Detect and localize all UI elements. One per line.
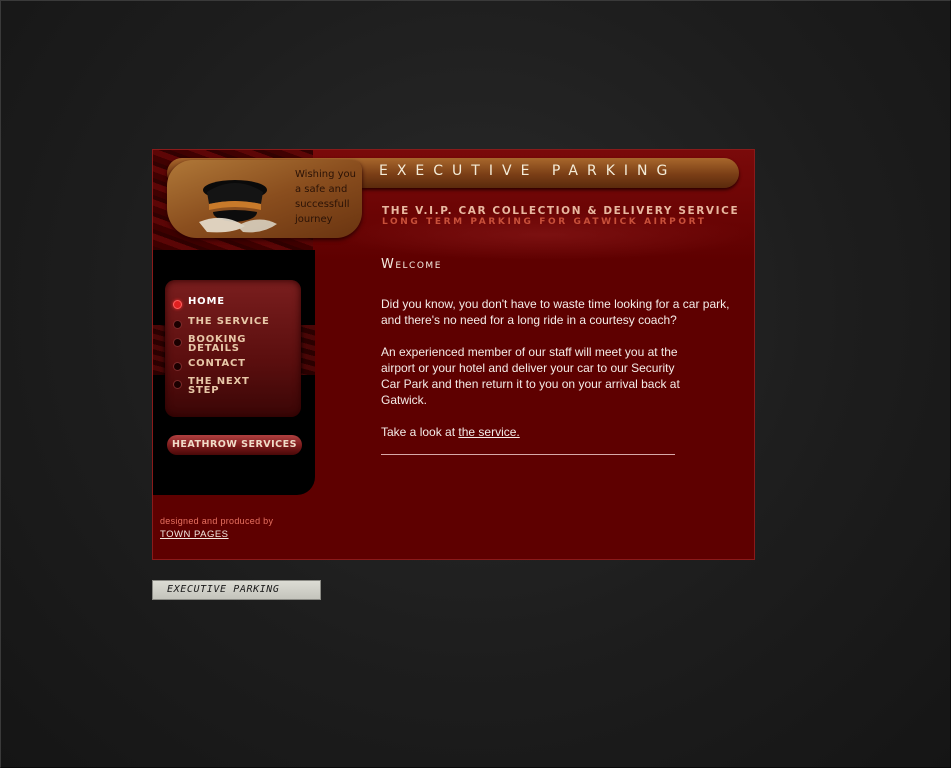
nav-label-line: DETAILS: [188, 343, 240, 354]
nav-label-line: HOME: [188, 296, 225, 307]
wish-line: Wishing you: [295, 169, 357, 180]
chauffeur-cap-icon: [199, 180, 277, 233]
nav-label: BOOKING DETAILS: [188, 335, 278, 354]
footer-logo: EXECUTIVE PARKING: [152, 580, 321, 600]
divider: [381, 454, 675, 455]
cta-paragraph: Take a look at the service.: [381, 424, 681, 440]
tagline-secondary: LONG TERM PARKING FOR GATWICK AIRPORT: [382, 217, 707, 227]
header: EXECUTIVE PARKING Wishing you a safe and…: [153, 150, 754, 280]
brand-title: EXECUTIVE PARKING: [379, 163, 677, 179]
bullet-icon: [173, 338, 182, 347]
town-pages-link[interactable]: TOWN PAGES: [160, 529, 229, 540]
nav-item-the-next-step[interactable]: THE NEXT STEP: [173, 377, 278, 396]
nav-label: CONTACT: [188, 358, 278, 369]
credit-text: designed and produced by: [160, 516, 274, 526]
wish-text: Wishing you a safe and successfull journ…: [295, 167, 365, 227]
bullet-icon: [173, 380, 182, 389]
nav-label-line: CONTACT: [188, 358, 246, 369]
nav-label-line: THE SERVICE: [188, 316, 270, 327]
nav-label-line: STEP: [188, 385, 220, 396]
wish-line: a safe and: [295, 184, 348, 195]
bullet-icon: [173, 362, 182, 371]
nav-label: THE NEXT STEP: [188, 377, 278, 396]
nav-item-contact[interactable]: CONTACT: [173, 359, 278, 371]
description-paragraph: An experienced member of our staff will …: [381, 345, 680, 407]
page-title: Welcome: [381, 257, 442, 272]
nav-item-the-service[interactable]: THE SERVICE: [173, 317, 278, 329]
bullet-icon: [173, 300, 182, 309]
tagline-primary: THE V.I.P. CAR COLLECTION & DELIVERY SER…: [382, 205, 740, 217]
heathrow-services-button[interactable]: HEATHROW SERVICES: [167, 435, 302, 455]
wish-line: journey: [295, 214, 333, 225]
nav-item-booking-details[interactable]: BOOKING DETAILS: [173, 335, 278, 354]
main-panel: EXECUTIVE PARKING Wishing you a safe and…: [152, 149, 755, 560]
nav-label: THE SERVICE: [188, 316, 278, 327]
the-service-link[interactable]: the service.: [458, 425, 519, 439]
bullet-icon: [173, 320, 182, 329]
wish-line: successfull: [295, 199, 350, 210]
nav-label: HOME: [188, 296, 278, 307]
cta-prefix: Take a look at: [381, 425, 459, 439]
intro-paragraph: Did you know, you don't have to waste ti…: [381, 297, 730, 327]
nav-item-home[interactable]: HOME: [173, 297, 278, 309]
